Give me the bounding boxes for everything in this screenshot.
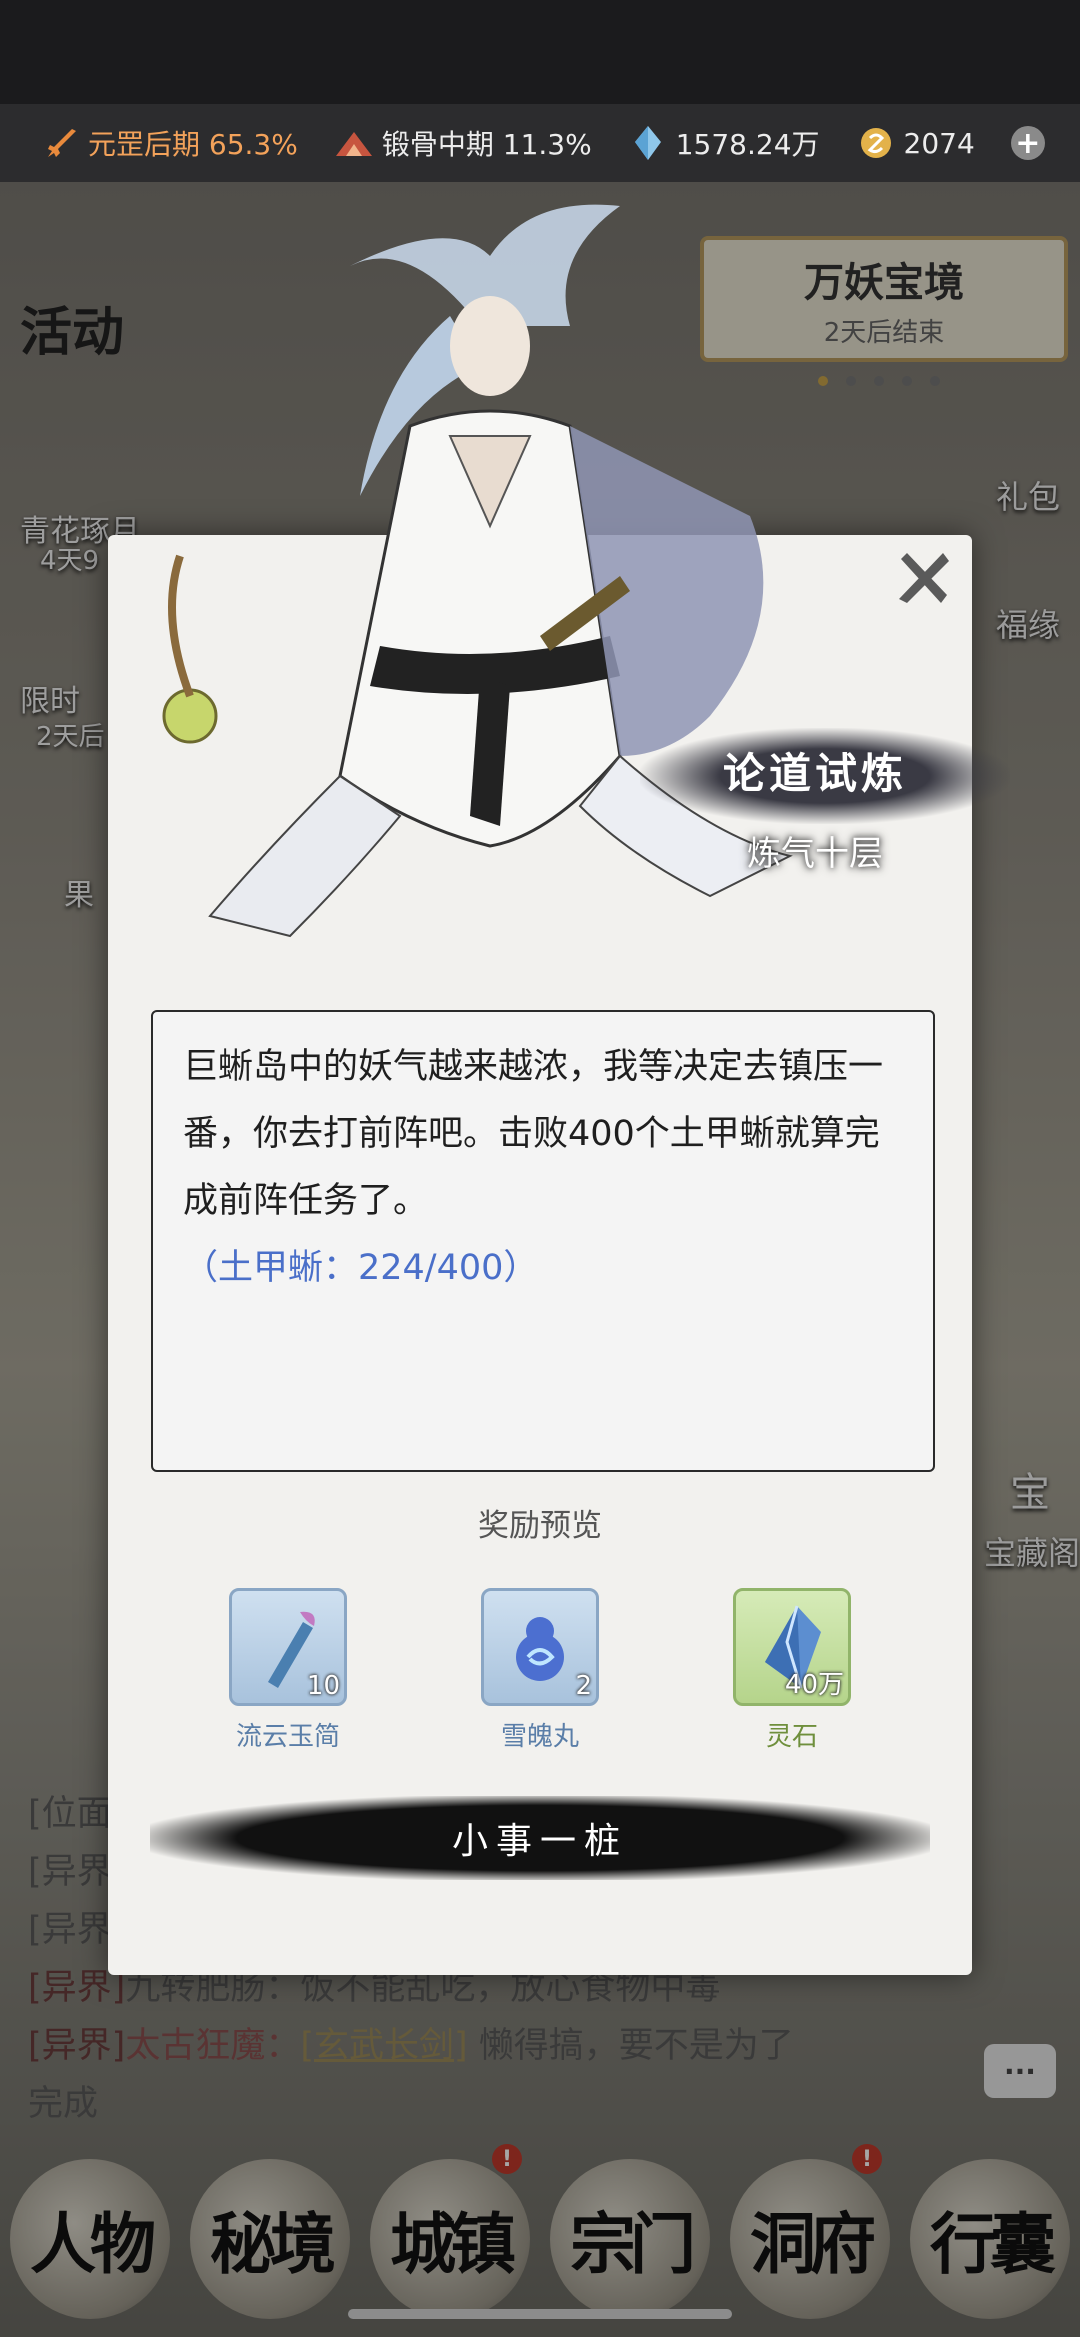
reward-count: 10 <box>306 1671 340 1701</box>
sword-icon <box>40 123 80 163</box>
reward-item[interactable]: 10 流云玉简 <box>218 1588 358 1753</box>
gold-currency: 2074 <box>856 123 975 163</box>
reward-name: 灵石 <box>765 1722 818 1752</box>
gold-value: 2074 <box>903 126 975 160</box>
mountain-icon <box>334 123 374 163</box>
cultivation-realm: 元罡后期 65.3% <box>40 123 298 163</box>
spirit-stones: 1578.24万 <box>628 123 820 163</box>
reward-item[interactable]: 40万 灵石 <box>722 1588 862 1753</box>
quest-progress: （土甲蜥：224/400） <box>183 1248 539 1288</box>
reward-preview-title: 奖励预览 <box>478 1508 602 1544</box>
crystal-icon <box>628 123 668 163</box>
realm2-text: 锻骨中期 11.3% <box>381 128 592 161</box>
quest-description-box: 巨蜥岛中的妖气越来越浓，我等决定去镇压一番，你去打前阵吧。击败400个土甲蜥就算… <box>151 1010 935 1472</box>
reward-icon-box: 40万 <box>733 1588 851 1706</box>
gourd-pill-icon <box>516 1617 564 1681</box>
top-decoration <box>0 0 1080 104</box>
body-realm: 锻骨中期 11.3% <box>334 123 592 163</box>
quest-title-wrap: 论道试炼 <box>650 740 980 801</box>
quest-title: 论道试炼 <box>722 749 907 798</box>
reward-name: 流云玉简 <box>235 1722 340 1752</box>
reward-icon-box: 10 <box>229 1588 347 1706</box>
quest-description: 巨蜥岛中的妖气越来越浓，我等决定去镇压一番，你去打前阵吧。击败400个土甲蜥就算… <box>183 1047 884 1221</box>
spirit-stones-value: 1578.24万 <box>675 128 820 161</box>
add-currency-button[interactable]: + <box>1010 126 1045 161</box>
character-illustration <box>162 204 793 938</box>
close-button[interactable] <box>886 540 960 614</box>
reward-count: 2 <box>575 1671 592 1701</box>
reward-count: 40万 <box>784 1670 844 1700</box>
close-icon <box>899 553 949 603</box>
quest-stage: 炼气十层 <box>747 834 883 874</box>
reward-name: 雪魄丸 <box>500 1722 579 1752</box>
confirm-button[interactable]: 小事一桩 <box>150 1796 930 1880</box>
reward-icon-box: 2 <box>481 1588 599 1706</box>
reward-item[interactable]: 2 雪魄丸 <box>470 1588 610 1753</box>
gold-coin-icon <box>856 123 896 163</box>
status-bar: 元罡后期 65.3% 锻骨中期 11.3% 1578.24万 2074 + <box>0 104 1080 182</box>
realm1-text: 元罡后期 65.3% <box>88 128 298 161</box>
